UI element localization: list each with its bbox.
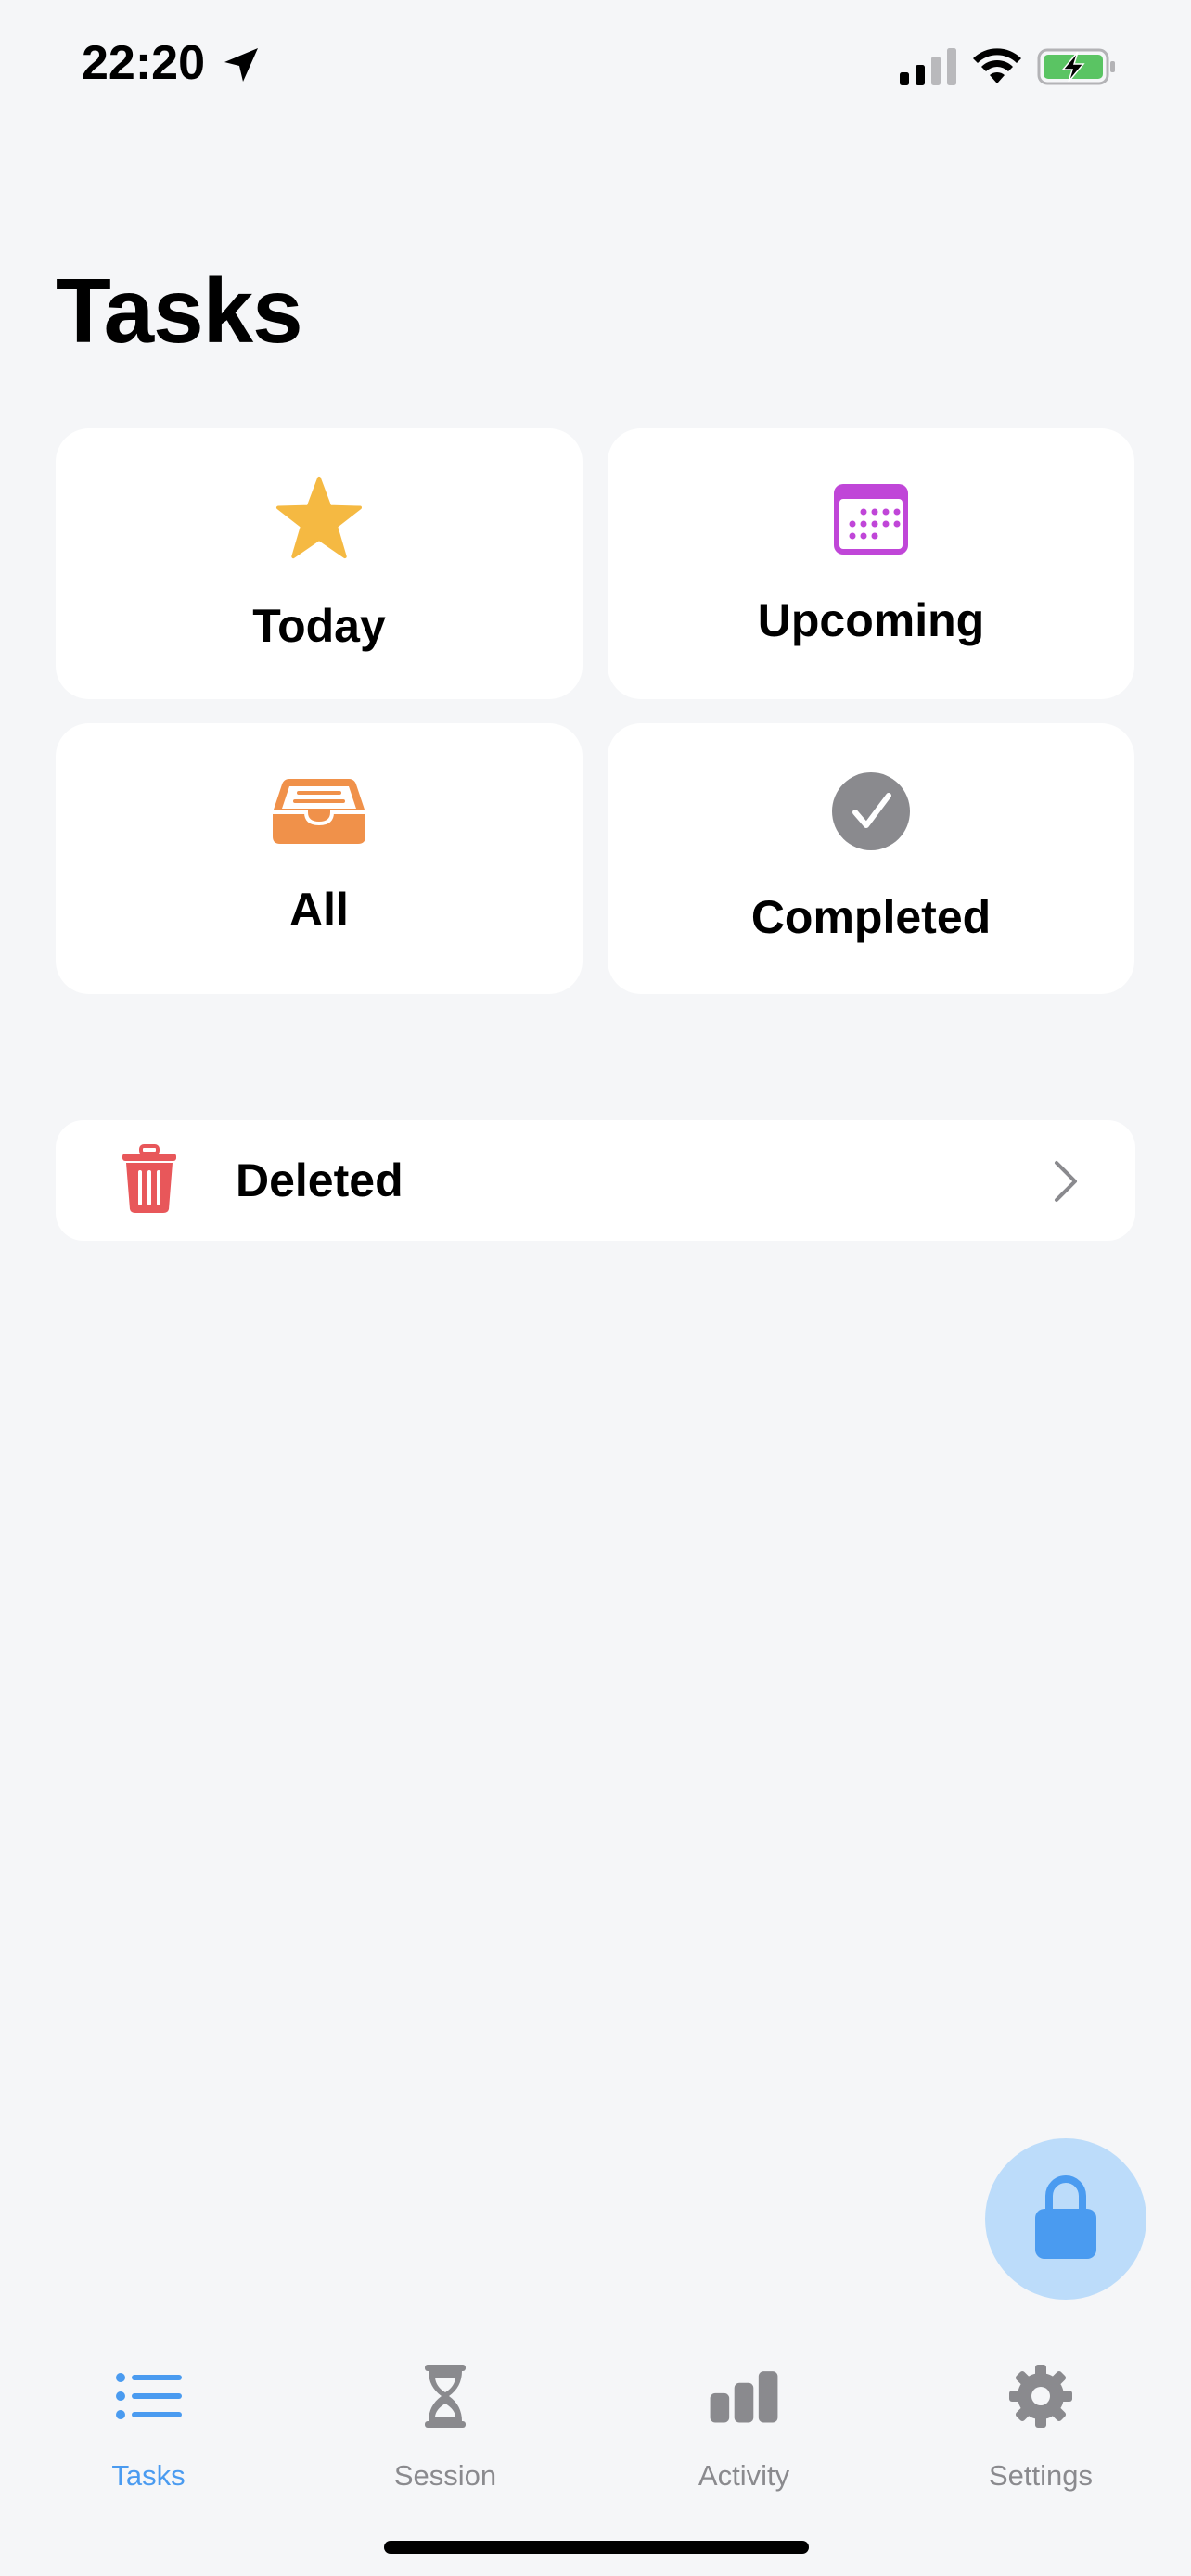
lock-button[interactable]: [985, 2138, 1146, 2300]
deleted-label: Deleted: [236, 1154, 403, 1206]
page-title: Tasks: [56, 260, 303, 362]
trash-icon: [122, 1144, 176, 1213]
hourglass-icon: [425, 2365, 466, 2428]
home-indicator: [384, 2541, 809, 2554]
tab-activity-label: Activity: [698, 2459, 790, 2492]
gear-icon: [1009, 2365, 1072, 2428]
chevron-right-icon: [1055, 1161, 1077, 1202]
status-time: 22:20: [82, 36, 205, 90]
all-card[interactable]: All: [56, 723, 583, 994]
status-bar: 22:20: [0, 0, 1191, 130]
battery-charging-icon: [1037, 48, 1115, 85]
star-icon: [275, 476, 362, 559]
tab-tasks-label: Tasks: [111, 2459, 186, 2492]
completed-card[interactable]: Completed: [608, 723, 1134, 994]
bar-chart-icon: [710, 2371, 778, 2423]
tab-settings[interactable]: Settings: [948, 2337, 1133, 2492]
wifi-icon: [973, 48, 1021, 83]
tray-icon: [273, 779, 365, 844]
deleted-row[interactable]: Deleted: [56, 1120, 1135, 1241]
upcoming-card[interactable]: Upcoming: [608, 428, 1134, 699]
cellular-signal-icon: [900, 48, 956, 85]
lock-icon: [1035, 2175, 1096, 2259]
today-label: Today: [252, 600, 386, 652]
completed-label: Completed: [750, 891, 992, 943]
location-arrow-icon: [224, 48, 258, 82]
tab-activity[interactable]: Activity: [651, 2337, 837, 2492]
calendar-icon: [834, 484, 908, 555]
all-label: All: [289, 884, 349, 936]
today-card[interactable]: Today: [56, 428, 583, 699]
list-icon: [116, 2373, 182, 2419]
tab-settings-label: Settings: [988, 2459, 1093, 2492]
tab-bar: Tasks Session Activity Settings: [0, 2337, 1191, 2492]
tab-tasks[interactable]: Tasks: [56, 2337, 241, 2492]
checkmark-circle-icon: [832, 772, 910, 850]
tab-session[interactable]: Session: [352, 2337, 538, 2492]
upcoming-label: Upcoming: [757, 594, 985, 646]
tab-session-label: Session: [393, 2459, 497, 2492]
